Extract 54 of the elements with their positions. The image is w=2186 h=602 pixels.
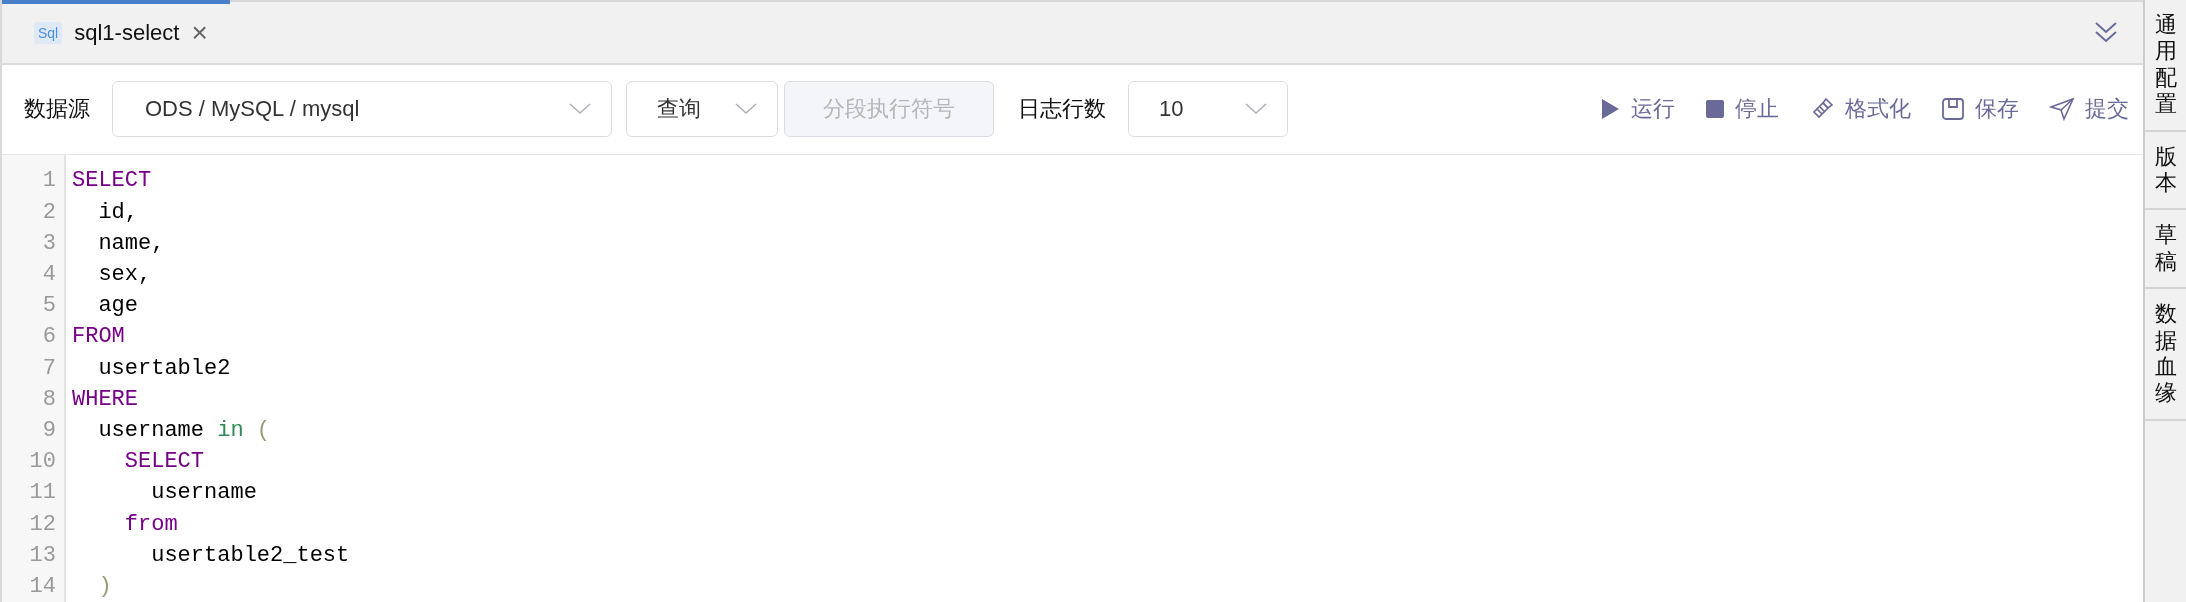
line-number: 14 (28, 573, 57, 599)
line-number: 7 (41, 355, 57, 381)
line-number: 12 (28, 511, 57, 537)
sql-file-icon: Sql (34, 22, 63, 45)
datasource-select[interactable]: ODS / MySQL / mysql (112, 81, 612, 138)
code-line: age (97, 293, 138, 319)
chevron-down-icon (735, 103, 757, 116)
run-button[interactable]: 运行 (1599, 94, 1675, 125)
code-line: sex, (97, 262, 152, 288)
code-line: usertable2 (97, 355, 231, 381)
side-panel-tab[interactable]: 数据血缘 (2145, 289, 2186, 421)
log-rows-label: 日志行数 (1018, 95, 1106, 124)
chevron-down-icon (1245, 103, 1267, 116)
line-number: 2 (41, 199, 57, 225)
editor-tab[interactable]: Sql sql1-select × (2, 0, 230, 63)
code-line: SELECT (72, 168, 152, 194)
log-rows-select[interactable]: 10 (1128, 81, 1288, 138)
line-number: 1 (41, 168, 57, 194)
play-icon (1599, 97, 1621, 122)
double-chevron-down-icon[interactable] (2093, 20, 2119, 45)
code-line: FROM (72, 324, 125, 350)
code-line: ) (97, 573, 112, 599)
code-line: username (150, 480, 257, 506)
code-line: from (123, 511, 178, 537)
line-number: 5 (41, 293, 57, 319)
code-line: username in ( (97, 417, 271, 443)
code-line: usertable2_test (150, 542, 350, 568)
line-number: 6 (41, 324, 57, 350)
paper-plane-icon (2049, 97, 2075, 122)
side-panel-tab[interactable]: 通用配置 (2145, 0, 2186, 132)
code-line: WHERE (72, 386, 138, 412)
line-number: 4 (41, 262, 57, 288)
stop-icon (1705, 99, 1725, 120)
save-button[interactable]: 保存 (1941, 94, 2019, 125)
stop-button[interactable]: 停止 (1705, 94, 1779, 125)
line-number: 8 (41, 386, 57, 412)
line-number: 11 (28, 480, 57, 506)
close-icon[interactable]: × (191, 19, 208, 48)
line-number: 9 (41, 417, 57, 443)
format-button[interactable]: 格式化 (1809, 94, 1911, 125)
line-number: 13 (28, 542, 57, 568)
side-panel-tab[interactable]: 版本 (2145, 131, 2186, 211)
code-line: SELECT (123, 449, 205, 475)
code-line: name, (97, 230, 165, 256)
line-number: 10 (28, 449, 57, 475)
line-number: 3 (41, 230, 57, 256)
mode-select[interactable]: 查询 (626, 81, 778, 138)
tab-title: sql1-select (74, 20, 180, 47)
code-line: id, (97, 199, 138, 225)
chevron-down-icon (569, 103, 591, 116)
save-icon (1941, 97, 1965, 122)
side-panel-tab[interactable]: 草稿 (2145, 210, 2186, 290)
datasource-label: 数据源 (24, 95, 90, 124)
submit-button[interactable]: 提交 (2049, 94, 2129, 125)
